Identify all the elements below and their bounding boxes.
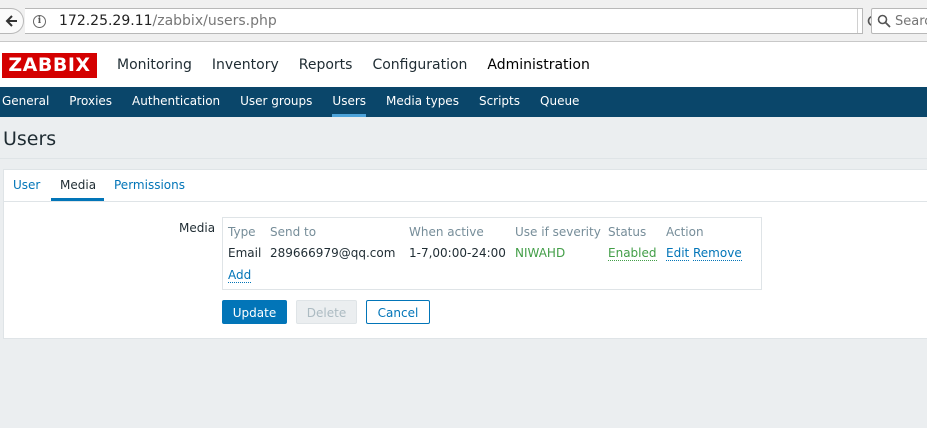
- subnav-authentication[interactable]: Authentication: [132, 87, 220, 117]
- update-button[interactable]: Update: [222, 300, 287, 324]
- info-icon[interactable]: i: [33, 15, 46, 28]
- back-button[interactable]: [0, 8, 24, 34]
- browser-toolbar: i 172.25.29.11/zabbix/users.php: [0, 0, 927, 42]
- active-tab-indicator: [51, 198, 104, 201]
- user-form-card: User Media Permissions Media Type Send t…: [3, 169, 927, 339]
- column-header-status: Status: [608, 225, 647, 239]
- menu-monitoring[interactable]: Monitoring: [117, 57, 192, 73]
- media-field-label: Media: [179, 221, 216, 235]
- sub-navigation: General Proxies Authentication User grou…: [0, 87, 927, 117]
- url-path: /zabbix/users.php: [152, 13, 277, 29]
- browser-search-input[interactable]: [895, 12, 927, 30]
- subnav-user-groups[interactable]: User groups: [240, 87, 312, 117]
- subnav-proxies[interactable]: Proxies: [69, 87, 112, 117]
- tab-permissions[interactable]: Permissions: [114, 178, 185, 192]
- add-media-link[interactable]: Add: [228, 268, 252, 283]
- media-status-link[interactable]: Enabled: [608, 246, 657, 261]
- form-tabs: User Media Permissions: [4, 170, 927, 202]
- menu-inventory[interactable]: Inventory: [212, 57, 279, 73]
- subnav-users[interactable]: Users: [332, 87, 367, 117]
- media-type-cell: Email: [228, 246, 262, 260]
- subnav-general[interactable]: General: [2, 87, 49, 117]
- delete-button[interactable]: Delete: [296, 300, 357, 324]
- media-remove-link[interactable]: Remove: [693, 246, 742, 261]
- url-text[interactable]: 172.25.29.11/zabbix/users.php: [59, 13, 277, 29]
- menu-administration[interactable]: Administration: [487, 57, 589, 73]
- page-title: Users: [3, 128, 57, 150]
- subnav-queue[interactable]: Queue: [540, 87, 579, 117]
- cancel-button[interactable]: Cancel: [366, 300, 430, 324]
- subnav-media-types[interactable]: Media types: [386, 87, 459, 117]
- zabbix-logo[interactable]: ZABBIX: [2, 53, 97, 78]
- media-send-to-cell: 289666979@qq.com: [270, 246, 396, 260]
- address-bar[interactable]: i 172.25.29.11/zabbix/users.php: [25, 8, 878, 34]
- menu-reports[interactable]: Reports: [299, 57, 353, 73]
- main-header: ZABBIX Monitoring Inventory Reports Conf…: [0, 42, 927, 87]
- media-table: Type Send to When active Use if severity…: [222, 217, 762, 290]
- column-header-action: Action: [666, 225, 704, 239]
- column-header-severity: Use if severity: [515, 225, 601, 239]
- column-header-when-active: When active: [409, 225, 484, 239]
- column-header-send-to: Send to: [270, 225, 317, 239]
- column-header-type: Type: [228, 225, 256, 239]
- browser-search-box[interactable]: [871, 8, 927, 34]
- search-icon: [877, 14, 891, 28]
- url-host: 172.25.29.11: [59, 13, 153, 29]
- media-severity-cell: NIWAHD: [515, 246, 566, 260]
- media-when-active-cell: 1-7,00:00-24:00: [409, 246, 506, 260]
- subnav-scripts[interactable]: Scripts: [479, 87, 520, 117]
- main-menu: Monitoring Inventory Reports Configurati…: [117, 57, 610, 73]
- tab-user[interactable]: User: [13, 178, 40, 192]
- media-edit-link[interactable]: Edit: [666, 246, 690, 261]
- back-arrow-icon: [5, 15, 17, 27]
- menu-configuration[interactable]: Configuration: [372, 57, 467, 73]
- sub-menu: General Proxies Authentication User grou…: [2, 87, 599, 117]
- tab-media[interactable]: Media: [60, 178, 96, 192]
- title-divider: [0, 158, 927, 159]
